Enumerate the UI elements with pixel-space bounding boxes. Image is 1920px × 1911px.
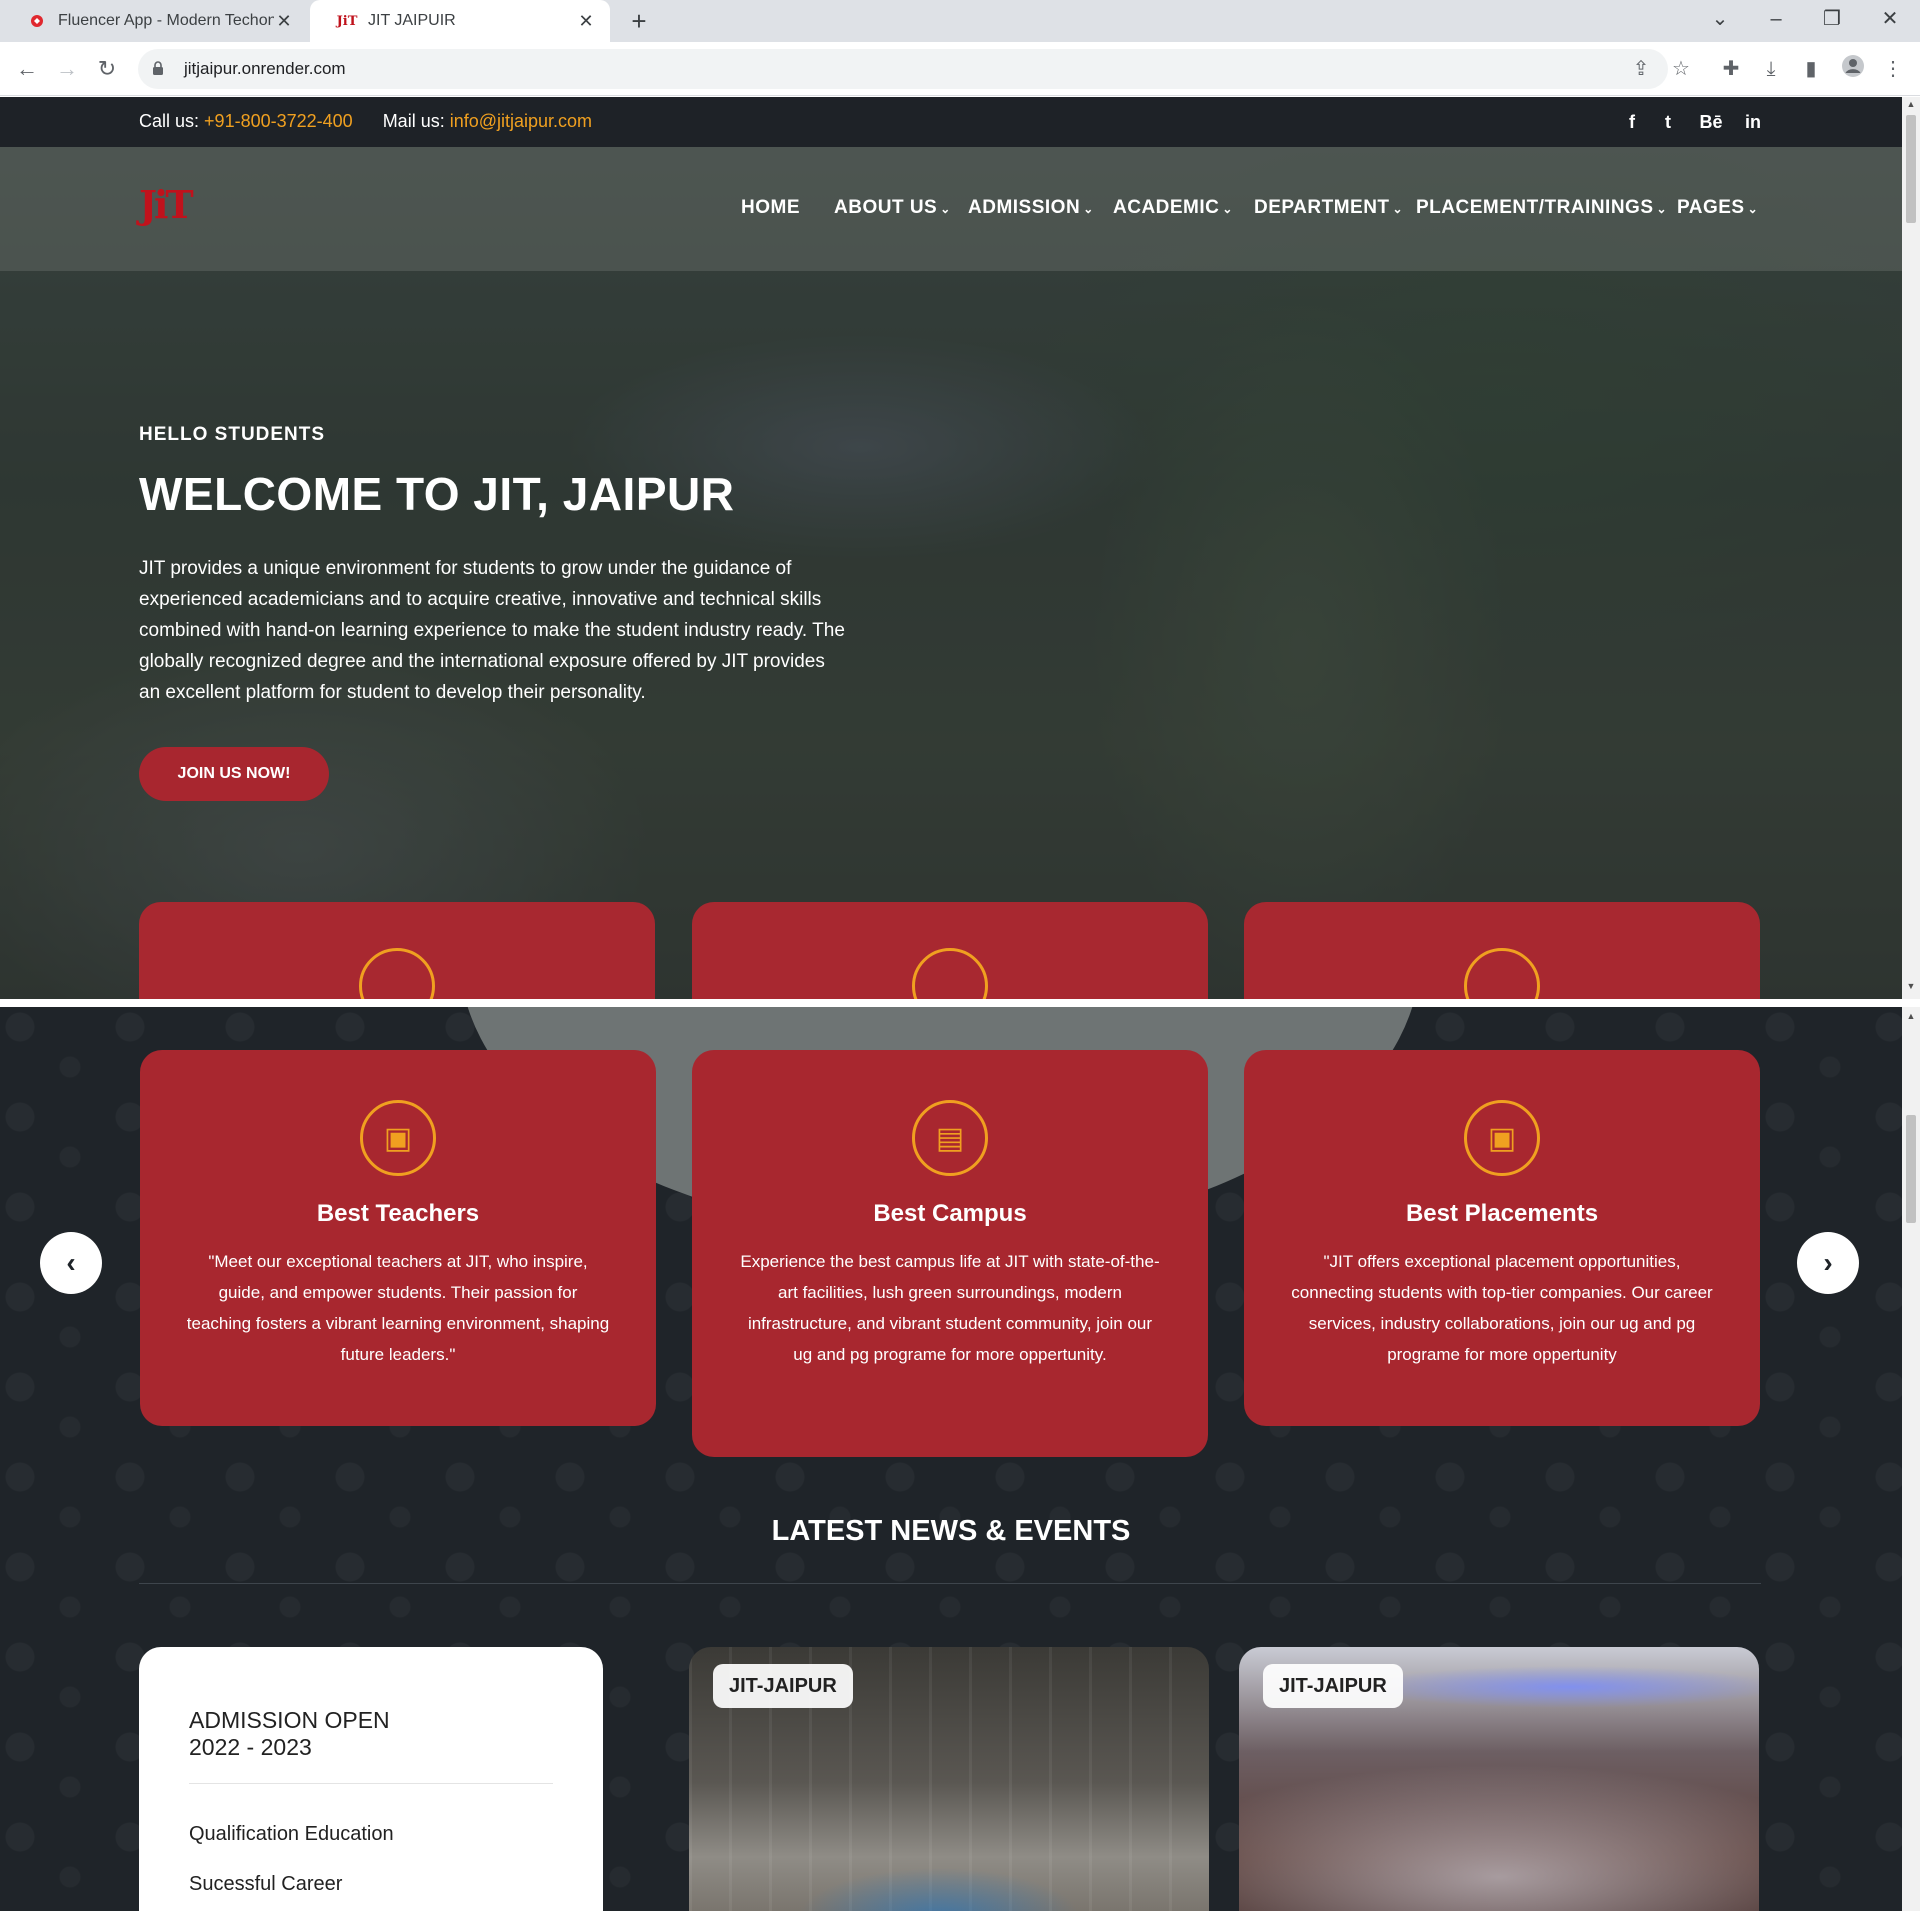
extensions-puzzle-icon[interactable]: ✚ (1716, 54, 1746, 84)
lock-icon (152, 60, 172, 78)
phone-link[interactable]: +91-800-3722-400 (204, 111, 353, 131)
tab-close-icon[interactable]: ✕ (576, 11, 596, 32)
tab-title: Fluencer App - Modern Techonol (58, 12, 274, 29)
behance-icon[interactable]: Bē (1694, 109, 1728, 135)
new-tab-button[interactable]: + (624, 6, 654, 36)
nav-pages[interactable]: PAGES ⌄ (1677, 197, 1758, 219)
feature-text: "Meet our exceptional teachers at JIT, w… (186, 1252, 610, 1364)
chevron-down-icon: ⌄ (1656, 202, 1668, 216)
share-icon[interactable]: ⇪ (1626, 54, 1656, 84)
tab-search-chevron-icon[interactable]: ⌄ (1700, 4, 1740, 34)
feature-card-peek (139, 902, 655, 999)
feature-title: Best Campus (873, 1200, 1027, 1227)
page-viewport-top: Call us: +91-800-3722-400 Mail us: info@… (0, 97, 1902, 999)
slider-prev-button[interactable]: ‹ (40, 1232, 102, 1294)
tab-close-icon[interactable]: ✕ (274, 11, 294, 32)
browser-toolbar: ← → ↻ jitjaipur.onrender.com ⇪ ☆ ✚ ⤓ ▮ ⋮ (0, 42, 1920, 96)
admission-card: ADMISSION OPEN 2022 - 2023 Qualification… (139, 1647, 603, 1911)
section-divider (139, 1583, 1761, 1584)
presentation-icon: ▣ (360, 1100, 436, 1176)
browser-tab-fluencer[interactable]: Fluencer App - Modern Techonol ✕ (0, 0, 308, 42)
scroll-up-arrow-icon[interactable]: ▲ (1906, 1011, 1916, 1021)
scrollbar-thumb[interactable] (1906, 115, 1916, 223)
scrollbar-thumb[interactable] (1906, 1115, 1916, 1223)
teacher-board-icon (359, 948, 435, 999)
nav-home[interactable]: HOME (741, 197, 800, 219)
jit-favicon-icon: JiT (336, 13, 358, 29)
reload-icon[interactable]: ↻ (92, 54, 122, 84)
hero-description: JIT provides a unique environment for st… (139, 558, 845, 703)
restore-button[interactable]: ❐ (1812, 4, 1852, 34)
news-tag[interactable]: JIT-JAIPUR (713, 1664, 853, 1708)
minimize-button[interactable]: – (1756, 4, 1796, 34)
news-card-auditorium-photo[interactable]: JIT-JAIPUR (1239, 1647, 1759, 1911)
feature-card-teachers: ▣ Best Teachers "Meet our exceptional te… (140, 1050, 656, 1426)
scroll-up-arrow-icon[interactable]: ▲ (1906, 99, 1916, 109)
download-icon[interactable]: ⤓ (1756, 54, 1786, 84)
chevron-down-icon: ⌄ (1083, 202, 1094, 216)
contact-info: Call us: +91-800-3722-400 Mail us: info@… (139, 111, 593, 131)
page-scrollbar[interactable]: ▲ ▼ (1902, 97, 1920, 999)
tab-title: JIT JAIPUIR (368, 12, 456, 29)
scroll-down-arrow-icon[interactable]: ▼ (1906, 981, 1916, 991)
news-section-title: LATEST NEWS & EVENTS (771, 1515, 1131, 1547)
facebook-icon[interactable]: f (1620, 109, 1644, 135)
profile-avatar-icon[interactable] (1838, 54, 1868, 84)
forward-arrow-icon[interactable]: → (52, 54, 82, 84)
chevron-down-icon: ⌄ (1222, 202, 1233, 216)
admission-title: ADMISSION OPEN 2022 - 2023 (189, 1707, 390, 1760)
admission-divider (189, 1783, 553, 1784)
nav-academic[interactable]: ACADEMIC ⌄ (1113, 197, 1233, 219)
bookmark-star-icon[interactable]: ☆ (1666, 54, 1696, 84)
feature-card-peek (1244, 902, 1760, 999)
nav-placement-trainings[interactable]: PLACEMENT/TRAININGS ⌄ (1416, 197, 1667, 219)
address-bar[interactable]: jitjaipur.onrender.com (138, 49, 1668, 89)
linkedin-icon[interactable]: in (1740, 109, 1766, 135)
classroom-icon: ▤ (912, 1100, 988, 1176)
contact-topbar: Call us: +91-800-3722-400 Mail us: info@… (0, 97, 1902, 147)
back-arrow-icon[interactable]: ← (12, 54, 42, 84)
main-navigation: HOME ABOUT US ⌄ ADMISSION ⌄ ACADEMIC ⌄ DEPA… (0, 197, 1902, 221)
feature-card-peek (692, 902, 1208, 999)
nav-department[interactable]: DEPARTMENT ⌄ (1254, 197, 1403, 219)
feature-text: "JIT offers exceptional placement opport… (1291, 1252, 1713, 1364)
admission-item[interactable]: Sucessful Career (189, 1873, 342, 1896)
news-card-factory-photo[interactable]: JIT-JAIPUR (689, 1647, 1209, 1911)
feature-card-placements: ▣ Best Placements "JIT offers exceptiona… (1244, 1050, 1760, 1426)
url-text: jitjaipur.onrender.com (184, 59, 346, 78)
hero-subtitle: HELLO STUDENTS (139, 424, 326, 445)
chevron-down-icon: ⌄ (940, 202, 951, 216)
slider-next-button[interactable]: › (1797, 1232, 1859, 1294)
feature-card-campus: ▤ Best Campus Experience the best campus… (692, 1050, 1208, 1457)
chevron-down-icon: ⌄ (1747, 202, 1759, 216)
page-viewport-bottom: ▣ Best Teachers "Meet our exceptional te… (0, 1007, 1902, 1911)
fluencer-favicon-icon (28, 12, 46, 30)
hero-title: WELCOME TO JIT, JAIPUR (139, 468, 735, 520)
twitter-icon[interactable]: t (1656, 109, 1680, 135)
admission-item[interactable]: Qualification Education (189, 1823, 394, 1846)
side-panel-icon[interactable]: ▮ (1796, 54, 1826, 84)
nav-admission[interactable]: ADMISSION ⌄ (968, 197, 1094, 219)
join-us-button[interactable]: JOIN US NOW! (139, 747, 329, 801)
feature-title: Best Teachers (316, 1200, 480, 1227)
teacher-board-icon (1464, 948, 1540, 999)
menu-kebab-icon[interactable]: ⋮ (1878, 54, 1908, 84)
news-tag[interactable]: JIT-JAIPUR (1263, 1664, 1403, 1708)
presentation-icon: ▣ (1464, 1100, 1540, 1176)
nav-about-us[interactable]: ABOUT US ⌄ (834, 197, 951, 219)
browser-tab-strip: Fluencer App - Modern Techonol ✕ JiT JIT… (0, 0, 1920, 42)
close-window-button[interactable]: ✕ (1870, 4, 1910, 34)
feature-title: Best Placements (1405, 1200, 1599, 1227)
page-scrollbar[interactable]: ▲ (1902, 1007, 1920, 1911)
presentation-icon (912, 948, 988, 999)
feature-text: Experience the best campus life at JIT w… (740, 1252, 1160, 1364)
browser-tab-jit[interactable]: JiT JIT JAIPUIR ✕ (310, 0, 610, 42)
email-link[interactable]: info@jitjaipur.com (450, 111, 592, 131)
chevron-down-icon: ⌄ (1392, 202, 1404, 216)
